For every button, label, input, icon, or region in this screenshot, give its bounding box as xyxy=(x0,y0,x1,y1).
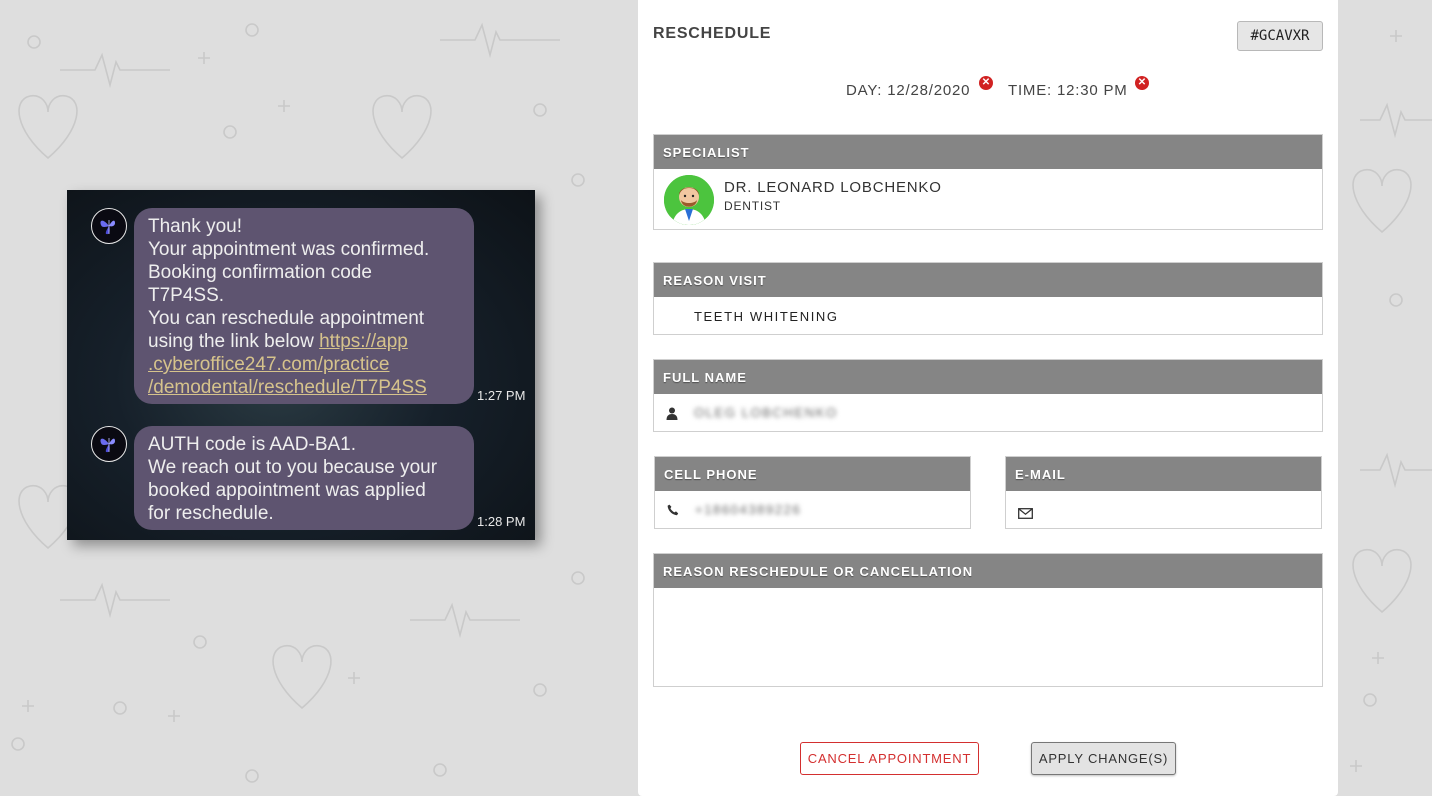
reason-visit-field[interactable]: REASON VISIT TEETH WHITENING xyxy=(653,262,1323,335)
specialist-field[interactable]: SPECIALIST DR. LEONARD LOBCHENKO DENTIST xyxy=(653,134,1323,230)
apply-changes-button[interactable]: APPLY CHANGE(S) xyxy=(1031,742,1176,775)
doctor-avatar xyxy=(664,175,714,225)
reschedule-link[interactable]: /demodental/reschedule/T7P4SS xyxy=(148,376,460,399)
clear-time-icon[interactable]: ✕ xyxy=(1135,76,1149,90)
sms-line: Your appointment was confirmed. xyxy=(148,239,430,260)
sender-avatar xyxy=(91,208,127,244)
full-name-field[interactable]: FULL NAME OLEG LOBCHENKO xyxy=(653,359,1323,432)
sms-line-text: using the link below xyxy=(148,331,320,352)
sms-line: AUTH code is AAD-BA1. xyxy=(148,434,357,455)
sms-line: Booking confirmation code xyxy=(148,262,372,283)
email-field[interactable]: E-MAIL xyxy=(1005,456,1322,529)
doctor-icon xyxy=(664,175,714,225)
appointment-time: TIME: 12:30 PM xyxy=(1008,82,1128,99)
sms-line: We reach out to you because your xyxy=(148,457,438,478)
butterfly-icon xyxy=(100,220,115,235)
reason-visit-label: REASON VISIT xyxy=(654,263,1322,297)
cell-phone-value: +18604389226 xyxy=(695,502,802,517)
reason-reschedule-field[interactable]: REASON RESCHEDULE OR CANCELLATION xyxy=(653,553,1323,687)
reason-visit-value: TEETH WHITENING xyxy=(694,309,839,324)
specialist-body: DR. LEONARD LOBCHENKO DENTIST xyxy=(654,169,1322,229)
reschedule-link[interactable]: https://app xyxy=(319,331,408,352)
sms-line: for reschedule. xyxy=(148,503,274,524)
reschedule-link[interactable]: .cyberoffice247.com/practice xyxy=(148,353,460,376)
reschedule-form: RESCHEDULE #GCAVXR DAY: 12/28/2020 ✕ TIM… xyxy=(638,0,1338,796)
sms-message-auth: AUTH code is AAD-BA1. We reach out to yo… xyxy=(134,426,474,530)
sms-conversation: Thank you! Your appointment was confirme… xyxy=(67,190,535,540)
envelope-icon xyxy=(1018,508,1033,519)
sms-line: You can reschedule appointment xyxy=(148,308,425,329)
phone-icon xyxy=(667,504,679,516)
appointment-day: DAY: 12/28/2020 xyxy=(846,82,971,99)
sms-line: Thank you! xyxy=(148,216,242,237)
email-label: E-MAIL xyxy=(1006,457,1321,491)
butterfly-icon xyxy=(100,438,115,453)
sms-timestamp: 1:28 PM xyxy=(477,514,526,529)
full-name-value: OLEG LOBCHENKO xyxy=(694,405,838,420)
sms-message-confirmation: Thank you! Your appointment was confirme… xyxy=(134,208,474,404)
cancel-appointment-button[interactable]: CANCEL APPOINTMENT xyxy=(800,742,979,775)
full-name-label: FULL NAME xyxy=(654,360,1322,394)
user-icon xyxy=(666,407,678,420)
reason-reschedule-label: REASON RESCHEDULE OR CANCELLATION xyxy=(654,554,1322,588)
sender-avatar xyxy=(91,426,127,462)
specialist-label: SPECIALIST xyxy=(654,135,1322,169)
doctor-name: DR. LEONARD LOBCHENKO xyxy=(724,179,942,196)
form-title: RESCHEDULE xyxy=(653,25,772,42)
sms-timestamp: 1:27 PM xyxy=(477,388,526,403)
cell-phone-field[interactable]: CELL PHONE +18604389226 xyxy=(654,456,971,529)
sms-line: using the link below https://app xyxy=(148,330,460,353)
doctor-role: DENTIST xyxy=(724,199,781,213)
booking-code-badge: #GCAVXR xyxy=(1237,21,1323,51)
clear-day-icon[interactable]: ✕ xyxy=(979,76,993,90)
cell-phone-label: CELL PHONE xyxy=(655,457,970,491)
sms-line: T7P4SS. xyxy=(148,285,225,306)
sms-line: booked appointment was applied xyxy=(148,480,426,501)
